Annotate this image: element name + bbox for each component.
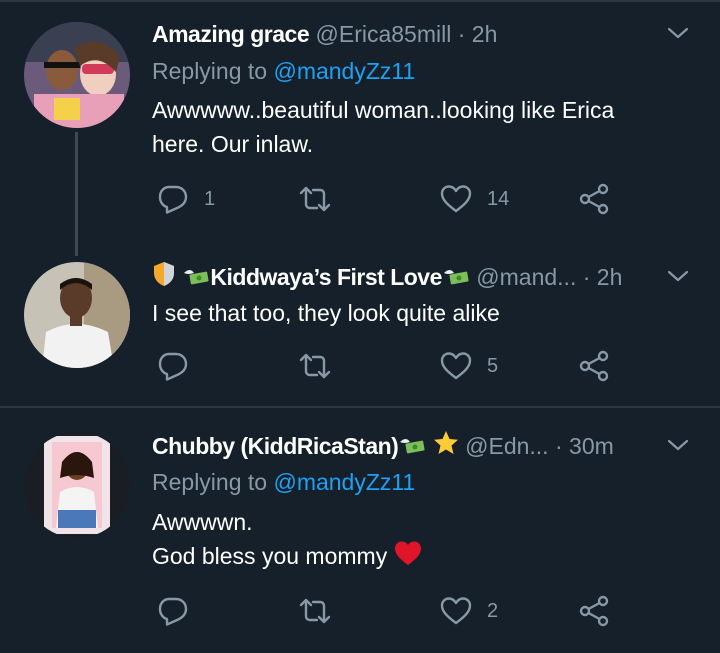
- share-icon: [579, 350, 609, 382]
- money-wings-emoji-icon: [182, 262, 210, 296]
- reply-icon: [158, 352, 188, 381]
- avatar[interactable]: [24, 432, 130, 538]
- reply-count: 1: [204, 187, 216, 210]
- separator-dot: ·: [457, 21, 466, 47]
- retweet-icon: [299, 353, 331, 379]
- tweet-text-line: Awwwww..beautiful woman..looking like Er…: [152, 97, 615, 123]
- share-icon: [579, 595, 609, 627]
- like-count: 5: [487, 354, 499, 377]
- retweet-icon: [299, 598, 331, 624]
- like-count: 14: [487, 187, 510, 210]
- user-handle[interactable]: @Erica85mill: [316, 21, 452, 47]
- user-handle[interactable]: @Edn...: [465, 433, 548, 459]
- share-icon: [579, 183, 609, 215]
- share-button[interactable]: [577, 591, 611, 631]
- replying-prefix: Replying to: [152, 58, 268, 84]
- tweet-header: Chubby (KiddRicaStan) @Edn... · 30m: [152, 429, 690, 463]
- retweet-button[interactable]: [298, 591, 346, 631]
- like-button[interactable]: 14: [439, 179, 509, 219]
- like-button[interactable]: 5: [439, 346, 498, 386]
- share-button[interactable]: [577, 346, 611, 386]
- chevron-down-icon[interactable]: [666, 264, 690, 288]
- tweet-text-line: God bless you mommy: [152, 539, 690, 575]
- chevron-down-icon[interactable]: [666, 433, 690, 457]
- tweet-text: I see that too, they look quite alike: [152, 300, 500, 326]
- heart-icon: [440, 597, 472, 625]
- avatar[interactable]: [24, 22, 130, 128]
- like-count: 2: [487, 599, 499, 622]
- tweet-2[interactable]: Kiddwaya’s First Love @mand... · 2h I se…: [0, 250, 720, 406]
- reply-button[interactable]: 1: [156, 179, 215, 219]
- star-emoji-icon: [433, 430, 459, 465]
- retweet-button[interactable]: [298, 346, 346, 386]
- money-wings-emoji-icon: [442, 262, 470, 296]
- reply-icon: [158, 597, 188, 626]
- tweet-3[interactable]: Chubby (KiddRicaStan) @Edn... · 30m Repl…: [0, 408, 720, 653]
- tweet-header: Amazing grace @Erica85mill · 2h: [152, 17, 690, 51]
- tweet-header: Kiddwaya’s First Love @mand... · 2h: [152, 260, 690, 294]
- tweet-text-line: Awwwwn.: [152, 509, 253, 535]
- like-button[interactable]: 2: [439, 591, 498, 631]
- reply-button[interactable]: [156, 591, 204, 631]
- action-bar: 2: [152, 591, 622, 631]
- tweet-1[interactable]: Amazing grace @Erica85mill · 2h Replying…: [0, 0, 720, 256]
- share-button[interactable]: [577, 179, 611, 219]
- tweet-text-fragment: God bless you mommy: [152, 543, 388, 569]
- reply-icon: [158, 185, 188, 214]
- tweet-text: Awwwwn. God bless you mommy: [152, 505, 690, 575]
- tweet-text: Awwwww..beautiful woman..looking like Er…: [152, 93, 690, 161]
- action-bar: 1 14: [152, 179, 622, 219]
- tweet-text-line: here. Our inlaw.: [152, 131, 314, 157]
- replying-to: Replying to @mandyZz11: [152, 465, 415, 499]
- retweet-button[interactable]: [298, 179, 346, 219]
- separator-dot: ·: [554, 433, 563, 459]
- retweet-icon: [299, 186, 331, 212]
- user-handle[interactable]: @mand...: [476, 264, 576, 290]
- reply-button[interactable]: [156, 346, 204, 386]
- display-name[interactable]: Kiddwaya’s First Love: [210, 264, 442, 290]
- shield-emoji-icon: [152, 261, 176, 296]
- display-name[interactable]: Chubby (KiddRicaStan): [152, 433, 399, 459]
- timestamp[interactable]: 2h: [472, 21, 498, 47]
- heart-icon: [440, 352, 472, 380]
- timestamp[interactable]: 30m: [569, 433, 614, 459]
- chevron-down-icon[interactable]: [666, 21, 690, 45]
- action-bar: 5: [152, 346, 622, 386]
- timestamp[interactable]: 2h: [597, 264, 623, 290]
- red-heart-emoji-icon: [394, 540, 422, 575]
- replying-to: Replying to @mandyZz11: [152, 54, 415, 88]
- replying-prefix: Replying to: [152, 469, 268, 495]
- separator-dot: ·: [582, 264, 591, 290]
- money-wings-emoji-icon: [398, 431, 426, 465]
- display-name[interactable]: Amazing grace: [152, 21, 310, 47]
- replying-mention[interactable]: @mandyZz11: [273, 58, 415, 84]
- replying-mention[interactable]: @mandyZz11: [273, 469, 415, 495]
- thread-connector: [75, 132, 78, 256]
- avatar[interactable]: [24, 262, 130, 368]
- heart-icon: [440, 185, 472, 213]
